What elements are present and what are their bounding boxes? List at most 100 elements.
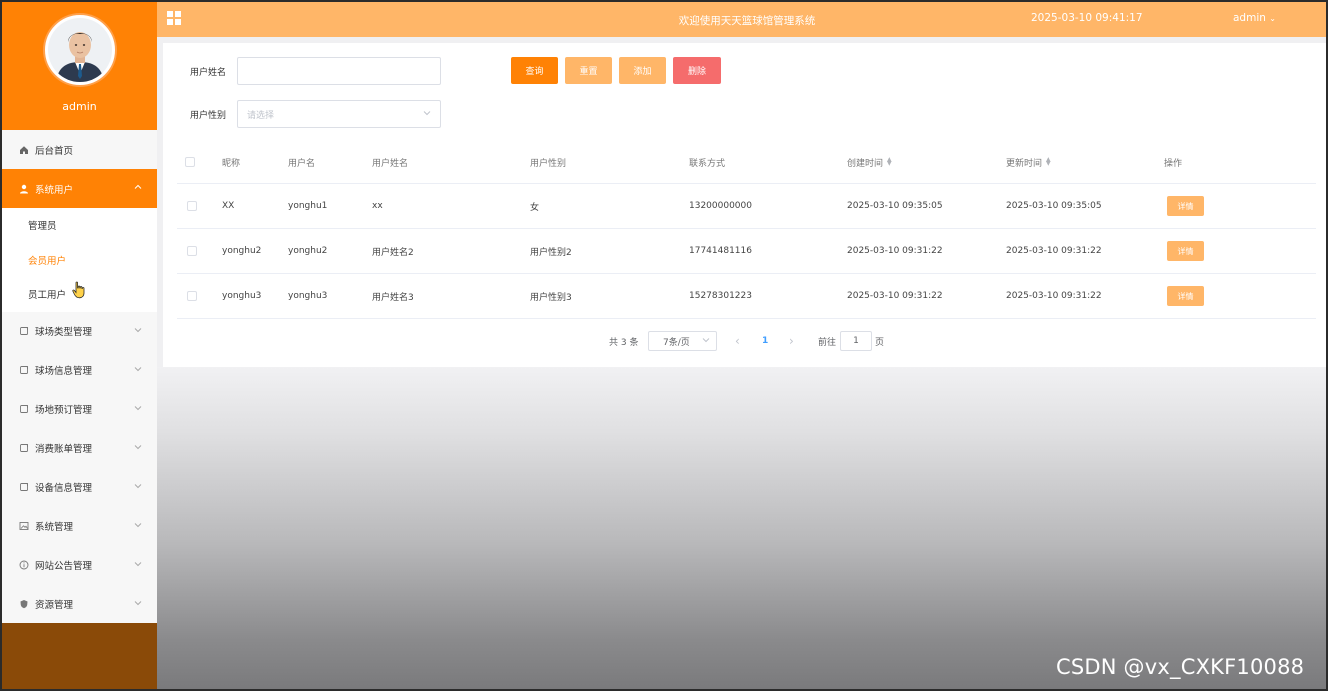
page-size-value: 7条/页 bbox=[663, 337, 690, 348]
doc-icon bbox=[18, 364, 30, 376]
current-datetime: 2025-03-10 09:41:17 bbox=[1031, 12, 1143, 24]
table-row: XX yonghu1 xx 女 13200000000 2025-03-10 0… bbox=[177, 184, 1316, 229]
query-button[interactable]: 查询 bbox=[511, 57, 558, 84]
chevron-down-icon bbox=[134, 560, 143, 569]
chevron-down-icon bbox=[423, 109, 431, 119]
table-row: yonghu2 yonghu2 用户姓名2 用户性别2 17741481116 … bbox=[177, 229, 1316, 274]
user-dropdown-label: admin bbox=[1233, 12, 1266, 24]
users-table: 昵称 用户名 用户姓名 用户性别 联系方式 创建时间 ▲ ▼ 更新时间 ▲ ▼ 操作… bbox=[177, 141, 1316, 319]
column-header: 联系方式 bbox=[689, 158, 726, 169]
cell-created: 2025-03-10 09:31:22 bbox=[847, 291, 943, 301]
sidebar-item-equipment[interactable]: 设备信息管理 bbox=[2, 468, 157, 507]
sidebar-subitem-admin[interactable]: 管理员 bbox=[2, 208, 157, 243]
cell-updated: 2025-03-10 09:31:22 bbox=[1006, 291, 1102, 301]
cell-gender: 用户性别2 bbox=[530, 247, 572, 258]
page-background bbox=[157, 367, 1326, 689]
sidebar-subitem-members[interactable]: 会员用户 bbox=[2, 242, 157, 277]
sidebar-item-bills[interactable]: 消费账单管理 bbox=[2, 429, 157, 468]
sort-icon[interactable]: ▲ ▼ bbox=[1046, 157, 1051, 167]
sidebar-item-label: 消费账单管理 bbox=[35, 444, 93, 455]
sidebar-item-system[interactable]: 系统管理 bbox=[2, 507, 157, 546]
cell-updated: 2025-03-10 09:35:05 bbox=[1006, 201, 1102, 211]
cell-username: yonghu2 bbox=[288, 246, 328, 256]
chevron-down-icon bbox=[134, 482, 143, 491]
sidebar-item-label: 球场类型管理 bbox=[35, 327, 93, 338]
chevron-down-icon bbox=[134, 326, 143, 335]
user-dropdown[interactable]: admin ⌄ bbox=[1233, 12, 1276, 24]
gender-filter-label: 用户性别 bbox=[190, 111, 227, 121]
row-checkbox[interactable] bbox=[187, 291, 197, 301]
sidebar-item-label: 资源管理 bbox=[35, 600, 74, 611]
avatar[interactable] bbox=[45, 15, 115, 85]
watermark: CSDN @vx_CXKF10088 bbox=[1056, 655, 1305, 679]
cell-phone: 15278301223 bbox=[689, 291, 752, 301]
delete-button[interactable]: 删除 bbox=[673, 57, 721, 84]
cell-gender: 女 bbox=[530, 202, 540, 213]
sidebar-item-court-types[interactable]: 球场类型管理 bbox=[2, 312, 157, 351]
select-all-checkbox[interactable] bbox=[185, 157, 195, 167]
sidebar-item-label: 系统管理 bbox=[35, 522, 74, 533]
reset-button[interactable]: 重置 bbox=[565, 57, 612, 84]
picture-icon bbox=[18, 520, 30, 532]
cell-nickname: XX bbox=[222, 201, 235, 211]
cell-created: 2025-03-10 09:31:22 bbox=[847, 246, 943, 256]
detail-button[interactable]: 详情 bbox=[1167, 196, 1204, 216]
goto-page-input[interactable]: 1 bbox=[840, 331, 872, 351]
sidebar-item-court-info[interactable]: 球场信息管理 bbox=[2, 351, 157, 390]
chevron-down-icon bbox=[134, 521, 143, 530]
cell-username: yonghu3 bbox=[288, 291, 328, 301]
column-header: 更新时间 bbox=[1006, 158, 1043, 169]
column-header: 用户性别 bbox=[530, 158, 567, 169]
cell-updated: 2025-03-10 09:31:22 bbox=[1006, 246, 1102, 256]
row-checkbox[interactable] bbox=[187, 246, 197, 256]
doc-icon bbox=[18, 403, 30, 415]
page-size-select[interactable]: 7条/页 bbox=[648, 331, 717, 351]
detail-button[interactable]: 详情 bbox=[1167, 286, 1204, 306]
chevron-down-icon bbox=[134, 599, 143, 608]
name-filter-input[interactable] bbox=[237, 57, 441, 85]
profile-panel: admin bbox=[2, 2, 157, 130]
cell-phone: 13200000000 bbox=[689, 201, 752, 211]
goto-unit: 页 bbox=[875, 337, 885, 348]
sidebar-item-announcements[interactable]: 网站公告管理 bbox=[2, 546, 157, 585]
sidebar-menu: 后台首页 系统用户 管理员 会员用户 员工用户 球场类型管理 球场信息管理 场地… bbox=[2, 130, 157, 624]
sidebar-footer bbox=[2, 623, 157, 689]
page-number-current[interactable]: 1 bbox=[762, 331, 768, 351]
sidebar-item-resources[interactable]: 资源管理 bbox=[2, 585, 157, 624]
chevron-up-icon bbox=[134, 183, 143, 192]
column-header: 昵称 bbox=[222, 158, 241, 169]
sidebar-item-label: 场地预订管理 bbox=[35, 405, 93, 416]
pagination-total: 共 3 条 bbox=[609, 337, 639, 348]
doc-icon bbox=[18, 325, 30, 337]
sort-icon[interactable]: ▲ ▼ bbox=[887, 157, 892, 167]
name-filter-label: 用户姓名 bbox=[190, 68, 227, 78]
next-page-button[interactable]: › bbox=[789, 331, 794, 351]
sidebar-item-label: 网站公告管理 bbox=[35, 561, 93, 572]
detail-button[interactable]: 详情 bbox=[1167, 241, 1204, 261]
table-header-row: 昵称 用户名 用户姓名 用户性别 联系方式 创建时间 ▲ ▼ 更新时间 ▲ ▼ 操作 bbox=[177, 141, 1316, 184]
profile-username: admin bbox=[62, 100, 97, 113]
sidebar-item-system-users[interactable]: 系统用户 bbox=[2, 169, 157, 208]
cell-nickname: yonghu3 bbox=[222, 291, 262, 301]
user-icon bbox=[18, 183, 30, 195]
doc-icon bbox=[18, 481, 30, 493]
chevron-down-icon bbox=[134, 404, 143, 413]
chevron-down-icon bbox=[134, 365, 143, 374]
sidebar-item-booking[interactable]: 场地预订管理 bbox=[2, 390, 157, 429]
sidebar-item-home[interactable]: 后台首页 bbox=[2, 130, 157, 169]
cell-username: yonghu1 bbox=[288, 201, 328, 211]
cell-created: 2025-03-10 09:35:05 bbox=[847, 201, 943, 211]
main-content: 用户姓名 用户性别 请选择 查询 重置 添加 删除 昵称 用户名 用户姓名 用户… bbox=[163, 43, 1326, 367]
prev-page-button[interactable]: ‹ bbox=[735, 331, 740, 351]
home-icon bbox=[18, 144, 30, 156]
cell-realname: 用户姓名2 bbox=[372, 247, 414, 258]
pagination: 共 3 条 7条/页 ‹ 1 › 前往 1 页 bbox=[163, 331, 1326, 351]
chevron-down-icon: ⌄ bbox=[1269, 14, 1276, 23]
sidebar-item-label: 系统用户 bbox=[35, 184, 74, 196]
chevron-down-icon bbox=[702, 336, 710, 346]
gender-filter-select[interactable]: 请选择 bbox=[237, 100, 441, 128]
row-checkbox[interactable] bbox=[187, 201, 197, 211]
add-button[interactable]: 添加 bbox=[619, 57, 666, 84]
column-header: 用户姓名 bbox=[372, 158, 409, 169]
top-bar: 欢迎使用天天篮球馆管理系统 2025-03-10 09:41:17 admin … bbox=[157, 2, 1326, 37]
